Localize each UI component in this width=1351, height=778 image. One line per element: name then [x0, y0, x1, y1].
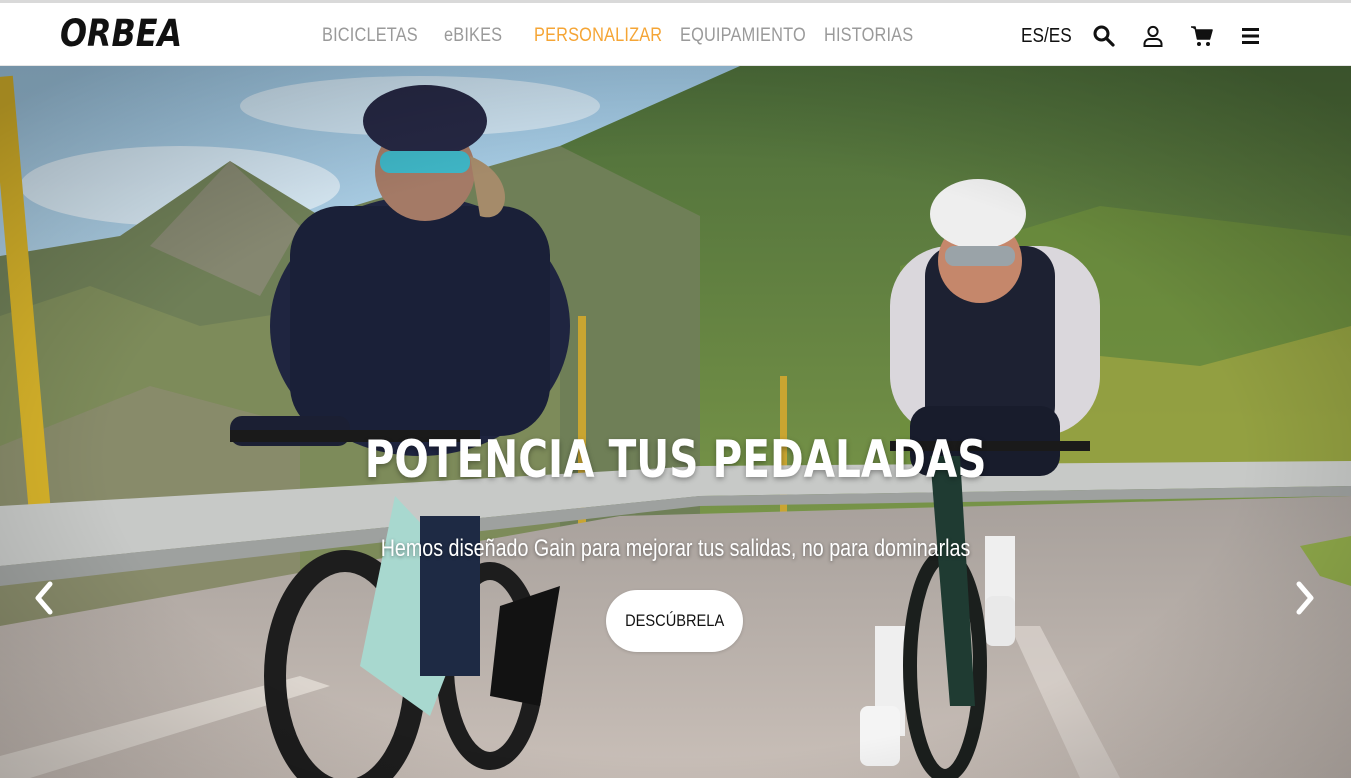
nav-item-equipamiento[interactable]: EQUIPAMIENTO: [680, 25, 806, 47]
menu-icon[interactable]: [1240, 24, 1264, 48]
cart-icon[interactable]: [1190, 24, 1214, 48]
nav-item-bicicletas[interactable]: BICICLETAS: [322, 25, 418, 47]
discover-button[interactable]: DESCÚBRELA: [606, 590, 743, 652]
chevron-left-icon[interactable]: [30, 578, 58, 618]
language-selector[interactable]: ES/ES: [1021, 25, 1072, 48]
chevron-right-icon[interactable]: [1291, 578, 1319, 618]
nav-item-ebikes[interactable]: eBIKES: [444, 25, 502, 47]
hero-subtitle: Hemos diseñado Gain para mejorar tus sal…: [380, 535, 971, 562]
site-header: ORBEA BICICLETAS eBIKES PERSONALIZAR EQU…: [0, 3, 1351, 66]
nav-item-personalizar[interactable]: PERSONALIZAR: [534, 25, 662, 47]
user-icon[interactable]: [1141, 24, 1165, 48]
nav-item-historias[interactable]: HISTORIAS: [824, 25, 913, 47]
hero-image: [0, 66, 1351, 778]
hero-slider: [0, 66, 1351, 778]
hero-title: POTENCIA TUS PEDALADAS: [364, 430, 987, 490]
search-icon[interactable]: [1092, 24, 1116, 48]
